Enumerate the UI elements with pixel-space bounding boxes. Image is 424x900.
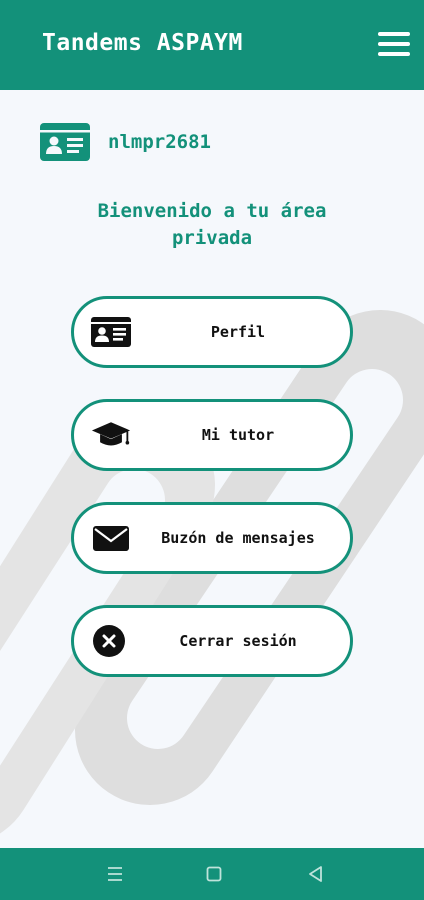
hamburger-menu-icon[interactable] [378,30,412,60]
welcome-message: Bienvenido a tu área privada [0,198,424,252]
welcome-line-1: Bienvenido a tu área [97,200,327,222]
profile-button[interactable]: Perfil [71,296,353,368]
home-icon[interactable] [202,862,226,886]
my-tutor-button[interactable]: Mi tutor [71,399,353,471]
profile-button-label: Perfil [210,323,266,341]
message-inbox-button[interactable]: Buzón de mensajes [71,502,353,574]
logout-button[interactable]: Cerrar sesión [71,605,353,677]
graduation-cap-icon [91,422,131,446]
welcome-line-2: privada [171,227,253,249]
username: nlmpr2681 [108,131,211,153]
recents-icon[interactable] [103,862,127,886]
user-info: nlmpr2681 [40,122,211,162]
back-icon[interactable] [304,862,328,886]
id-card-icon [91,317,131,347]
logout-button-label: Cerrar sesión [179,632,297,650]
message-inbox-button-label: Buzón de mensajes [161,529,315,547]
app-header: Tandems ASPAYM [0,0,424,90]
app-title: Tandems ASPAYM [42,30,243,56]
id-card-icon [40,123,90,161]
envelope-icon [93,526,129,551]
my-tutor-button-label: Mi tutor [201,426,275,444]
system-navigation-bar [0,848,424,900]
close-circle-icon [93,625,125,657]
